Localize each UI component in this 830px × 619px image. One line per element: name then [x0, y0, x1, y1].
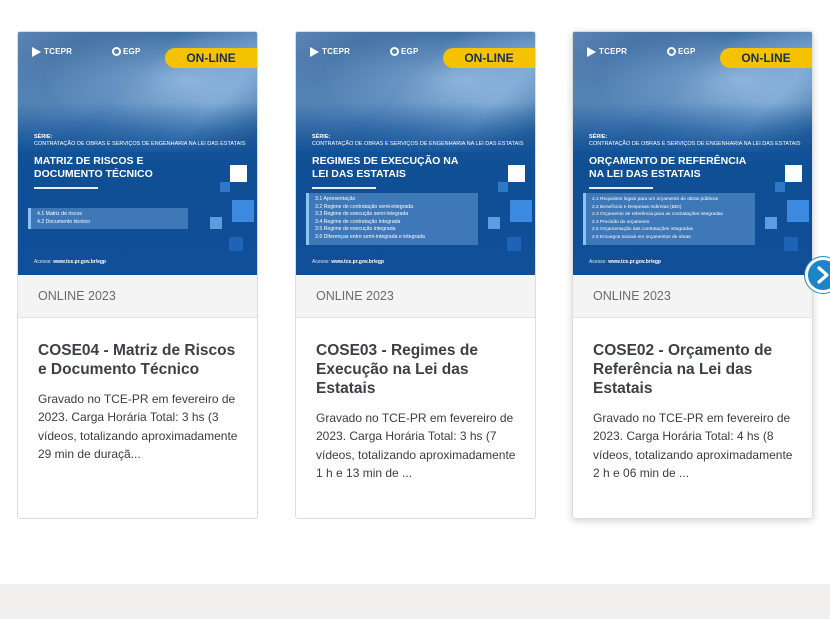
- footer-band: [0, 584, 830, 619]
- cover-url: Acesse: www.tce.pr.gov.br/egp: [312, 259, 384, 265]
- course-card[interactable]: TCEPR EGP ON-LINE SÉRIE: CONTRATAÇÃO DE O…: [572, 31, 813, 519]
- course-card[interactable]: TCEPR EGP ON-LINE SÉRIE: CONTRATAÇÃO DE O…: [17, 31, 258, 519]
- series-label: SÉRIE: CONTRATAÇÃO DE OBRAS E SERVIÇOS DE…: [312, 134, 524, 147]
- cover-logos: TCEPR EGP: [32, 47, 140, 57]
- course-title[interactable]: COSE02 - Orçamento de Referência na Lei …: [593, 341, 798, 398]
- cover-title: ORÇAMENTO DE REFERÊNCIA NA LEI DAS ESTATA…: [589, 155, 779, 189]
- course-description: Gravado no TCE-PR em fevereiro de 2023. …: [38, 392, 238, 461]
- course-category: ONLINE 2023: [18, 275, 257, 318]
- cover-title: MATRIZ DE RISCOS E DOCUMENTO TÉCNICO: [34, 155, 224, 189]
- cover-toc: 4.1 Matriz de riscos 4.2 Documento técni…: [28, 208, 188, 230]
- course-cover-image[interactable]: TCEPR EGP ON-LINE SÉRIE: CONTRATAÇÃO DE O…: [573, 32, 812, 275]
- cover-toc: 2.1 Requisitos legais para um orçamento …: [583, 193, 755, 245]
- cover-logos: TCEPR EGP: [587, 47, 695, 57]
- egp-logo-icon: [112, 47, 121, 57]
- online-badge: ON-LINE: [165, 48, 257, 68]
- course-title[interactable]: COSE04 - Matriz de Riscos e Documento Té…: [38, 341, 243, 379]
- cover-toc: 3.1 Apresentação 3.2 Regime de contrataç…: [306, 193, 478, 245]
- tcepr-logo-icon: [587, 47, 596, 57]
- course-description: Gravado no TCE-PR em fevereiro de 2023. …: [316, 411, 516, 480]
- course-card[interactable]: TCEPR EGP ON-LINE SÉRIE: CONTRATAÇÃO DE O…: [295, 31, 536, 519]
- course-category: ONLINE 2023: [573, 275, 812, 318]
- series-label: SÉRIE: CONTRATAÇÃO DE OBRAS E SERVIÇOS DE…: [589, 134, 801, 147]
- series-label: SÉRIE: CONTRATAÇÃO DE OBRAS E SERVIÇOS DE…: [34, 134, 246, 147]
- course-title[interactable]: COSE03 - Regimes de Execução na Lei das …: [316, 341, 521, 398]
- egp-logo-icon: [390, 47, 399, 57]
- course-description: Gravado no TCE-PR em fevereiro de 2023. …: [593, 411, 793, 480]
- online-badge: ON-LINE: [720, 48, 812, 68]
- cover-url: Acesse: www.tce.pr.gov.br/egp: [589, 259, 661, 265]
- chevron-right-icon: [817, 266, 829, 284]
- online-badge: ON-LINE: [443, 48, 535, 68]
- cover-url: Acesse: www.tce.pr.gov.br/egp: [34, 259, 106, 265]
- course-cover-image[interactable]: TCEPR EGP ON-LINE SÉRIE: CONTRATAÇÃO DE O…: [296, 32, 535, 275]
- cover-logos: TCEPR EGP: [310, 47, 418, 57]
- course-carousel: TCEPR EGP ON-LINE SÉRIE: CONTRATAÇÃO DE O…: [0, 0, 830, 560]
- cover-title: REGIMES DE EXECUÇÃO NA LEI DAS ESTATAIS: [312, 155, 502, 189]
- tcepr-logo-icon: [310, 47, 319, 57]
- tcepr-logo-icon: [32, 47, 41, 57]
- course-cover-image[interactable]: TCEPR EGP ON-LINE SÉRIE: CONTRATAÇÃO DE O…: [18, 32, 257, 275]
- egp-logo-icon: [667, 47, 676, 57]
- course-category: ONLINE 2023: [296, 275, 535, 318]
